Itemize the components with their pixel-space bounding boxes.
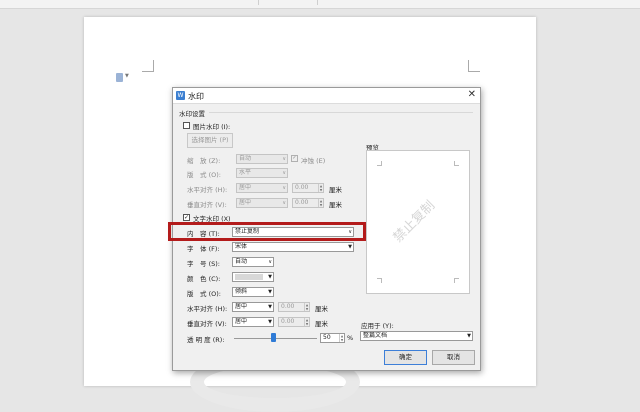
picture-halign-offset[interactable]: 0.00 ▲ ▼ (292, 183, 324, 193)
picture-halign-select[interactable]: 居中 ∨ (236, 183, 288, 193)
picture-valign-value: 居中 (239, 199, 252, 206)
picture-watermark-checkbox[interactable] (183, 122, 190, 129)
picture-valign-label: 垂直对齐 (V): (187, 201, 227, 209)
color-label: 颜 色 (C): (187, 275, 221, 283)
apply-to-value: 整篇文档 (363, 332, 388, 339)
chevron-down-icon: ∨ (282, 185, 286, 191)
ok-button[interactable]: 确定 (384, 350, 427, 365)
apply-to-label: 应用于 (Y): (361, 322, 394, 330)
picture-layout-label: 版 式 (O): (187, 171, 221, 179)
color-select[interactable]: ▼ (232, 272, 274, 282)
dropdown-arrow-icon: ▼ (348, 244, 352, 250)
spinner-arrows-icon[interactable]: ▲ ▼ (318, 199, 323, 207)
text-halign-label: 水平对齐 (H): (187, 305, 228, 313)
dropdown-arrow-icon: ▼ (268, 319, 272, 325)
page-corner-mark-top-right (468, 60, 480, 72)
text-valign-label: 垂直对齐 (V): (187, 320, 227, 328)
text-halign-offset-value: 0.00 (281, 303, 295, 310)
transparency-input[interactable]: 50 ▲ ▼ (320, 333, 345, 343)
preview-corner-mark (377, 161, 382, 166)
text-watermark-checkbox[interactable]: ✓ (183, 214, 190, 221)
watermark-app-icon: W (176, 91, 185, 100)
text-valign-value: 居中 (235, 318, 248, 325)
dialog-title: 水印 (188, 92, 204, 101)
text-halign-offset[interactable]: 0.00 ▲ ▼ (278, 302, 310, 312)
text-halign-value: 居中 (235, 303, 248, 310)
window-top-bar (0, 0, 640, 9)
text-halign-unit: 厘米 (315, 305, 328, 313)
dropdown-arrow-icon: ▼ (268, 289, 272, 295)
transparency-label: 透 明 度 (R): (187, 336, 225, 344)
paragraph-icon[interactable] (116, 73, 123, 82)
size-label: 字 号 (S): (187, 260, 220, 268)
transparency-slider-thumb[interactable] (271, 333, 276, 342)
chevron-down-icon[interactable]: ▼ (125, 73, 129, 79)
chevron-down-icon: ∨ (282, 200, 286, 206)
spinner-arrows-icon[interactable]: ▲ ▼ (339, 334, 344, 342)
font-select[interactable]: 宋体 ▼ (232, 242, 354, 252)
toolbar-divider (258, 0, 318, 5)
picture-watermark-label: 图片水印 (I): (193, 123, 231, 131)
scale-select[interactable]: 自动 ∨ (236, 154, 288, 164)
preview-corner-mark (377, 278, 382, 283)
content-field-highlight (168, 222, 366, 241)
font-value: 宋体 (235, 243, 248, 250)
picture-halign-offset-value: 0.00 (295, 184, 309, 191)
picture-halign-label: 水平对齐 (H): (187, 186, 228, 194)
spinner-arrows-icon[interactable]: ▲ ▼ (304, 303, 309, 311)
dropdown-arrow-icon: ▼ (268, 304, 272, 310)
size-value: 自动 (235, 258, 248, 265)
picture-valign-unit: 厘米 (329, 201, 342, 209)
dialog-titlebar: W 水印 ✕ (173, 88, 480, 104)
close-icon[interactable]: ✕ (468, 89, 476, 100)
select-picture-button[interactable]: 选择图片 (P) (187, 133, 233, 148)
preview-corner-mark (454, 161, 459, 166)
picture-halign-unit: 厘米 (329, 186, 342, 194)
chevron-down-icon: ∨ (282, 170, 286, 176)
preview-pane: 禁止复制 (366, 150, 470, 294)
dropdown-arrow-icon: ▼ (268, 274, 272, 280)
picture-valign-offset[interactable]: 0.00 ▲ ▼ (292, 198, 324, 208)
preview-watermark-text: 禁止复制 (390, 198, 439, 246)
text-layout-label: 版 式 (O): (187, 290, 221, 298)
font-label: 字 体 (F): (187, 245, 220, 253)
page-corner-mark-top-left (142, 60, 154, 72)
apply-to-select[interactable]: 整篇文档 ▼ (360, 331, 473, 341)
text-layout-select[interactable]: 倾斜 ▼ (232, 287, 274, 297)
washout-label: 冲蚀 (E) (301, 157, 326, 165)
spinner-arrows-icon[interactable]: ▲ ▼ (304, 318, 309, 326)
text-valign-offset-value: 0.00 (281, 318, 295, 325)
scale-value: 自动 (239, 155, 252, 162)
text-valign-select[interactable]: 居中 ▼ (232, 317, 274, 327)
transparency-unit: % (347, 334, 354, 342)
dropdown-arrow-icon: ▼ (467, 333, 471, 339)
chevron-down-icon: ∨ (268, 259, 272, 265)
preview-corner-mark (454, 278, 459, 283)
text-valign-unit: 厘米 (315, 320, 328, 328)
text-halign-select[interactable]: 居中 ▼ (232, 302, 274, 312)
text-layout-value: 倾斜 (235, 288, 248, 295)
size-select[interactable]: 自动 ∨ (232, 257, 274, 267)
washout-checkbox[interactable]: ✓ (291, 155, 298, 162)
chevron-down-icon: ∨ (282, 156, 286, 162)
settings-group-label: 水印设置 (179, 110, 205, 118)
spinner-arrows-icon[interactable]: ▲ ▼ (318, 184, 323, 192)
picture-valign-offset-value: 0.00 (295, 199, 309, 206)
picture-valign-select[interactable]: 居中 ∨ (236, 198, 288, 208)
scale-label: 缩 放 (Z): (187, 157, 221, 165)
picture-layout-select[interactable]: 水平 ∨ (236, 168, 288, 178)
text-valign-offset[interactable]: 0.00 ▲ ▼ (278, 317, 310, 327)
picture-halign-value: 居中 (239, 184, 252, 191)
color-swatch (235, 274, 263, 280)
picture-layout-value: 水平 (239, 169, 252, 176)
transparency-value: 50 (323, 334, 331, 341)
group-divider (209, 112, 473, 113)
cancel-button[interactable]: 取消 (432, 350, 475, 365)
